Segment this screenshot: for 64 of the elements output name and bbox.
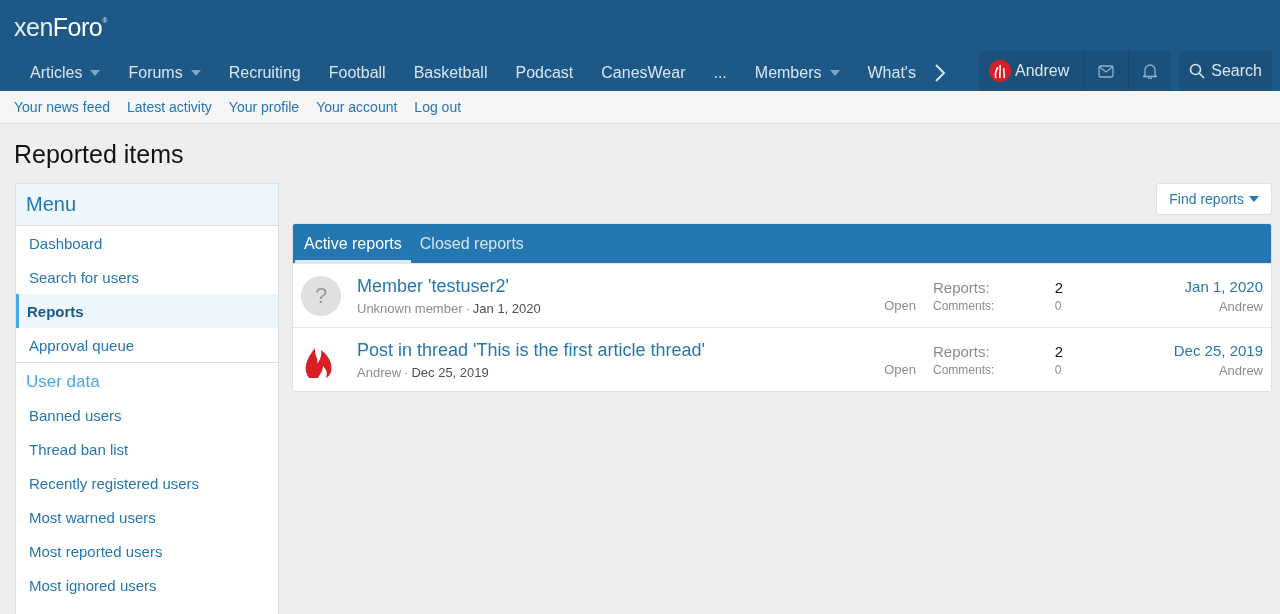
sidebar-item[interactable]: Most ignored users (16, 568, 278, 602)
chevron-right-icon[interactable] (933, 64, 946, 82)
nav-tab[interactable]: Articles (16, 55, 115, 91)
sidebar-item[interactable]: Thread ban list (16, 432, 278, 466)
sidebar-item[interactable]: Approval queue (16, 328, 278, 362)
tab[interactable]: Active reports (295, 224, 411, 263)
report-date: Dec 25, 2019 (411, 364, 489, 380)
caret-icon (829, 70, 840, 76)
report-status: Open (884, 362, 916, 377)
comments-count: 0 (1054, 362, 1063, 377)
tab[interactable]: Closed reports (410, 224, 533, 263)
caret-icon (190, 70, 201, 76)
sidebar-heading: Menu (16, 184, 278, 226)
nav-tab[interactable]: CanesWear (587, 55, 700, 91)
report-title-link[interactable]: Post in thread 'This is the first article thread' (357, 339, 885, 361)
nav-tab[interactable]: ... (699, 55, 741, 91)
nav-tab[interactable]: Members (740, 55, 854, 91)
comments-label: Comments: (933, 298, 996, 313)
nav-tab[interactable]: What's (853, 55, 930, 91)
separator-dot: · (404, 364, 409, 380)
subnav-link[interactable]: Your news feed (14, 99, 110, 115)
report-author: Andrew (357, 364, 402, 380)
sidebar-item[interactable]: Banned users (16, 398, 278, 432)
sidebar-item[interactable]: Search for users (16, 260, 278, 294)
subnav-link[interactable]: Your account (316, 99, 398, 115)
last-report-user: Andrew (1218, 298, 1263, 314)
sidebar-item[interactable]: Recently registered users (16, 466, 278, 500)
nav-tab[interactable]: Recruiting (214, 55, 315, 91)
sidebar-section-heading: User data (16, 362, 278, 398)
comments-label: Comments: (933, 362, 996, 377)
report-date: Jan 1, 2020 (472, 300, 541, 316)
reports-label: Reports: (933, 342, 991, 360)
bell-icon (1143, 63, 1158, 79)
page-title: Reported items (13, 139, 185, 170)
reports-count: 2 (1054, 342, 1063, 360)
avatar-icon (989, 60, 1012, 82)
last-report-date[interactable]: Jan 1, 2020 (1184, 277, 1263, 295)
subnav-link[interactable]: Log out (414, 99, 462, 115)
envelope-icon (1098, 64, 1115, 78)
sidebar-item[interactable]: Most warned users (16, 500, 278, 534)
reports-count: 2 (1054, 278, 1063, 296)
report-status: Open (884, 298, 916, 313)
report-title-link[interactable]: Member 'testuser2' (357, 275, 885, 297)
caret-icon (1249, 196, 1259, 202)
sidebar-item[interactable]: Reports (16, 294, 278, 328)
sidebar-item[interactable]: Most reported users (16, 534, 278, 568)
nav-tab[interactable]: Football (314, 55, 400, 91)
comments-count: 0 (1054, 298, 1063, 313)
sidebar-item[interactable]: Dashboard (16, 226, 278, 260)
nav-tab[interactable]: Forums (114, 55, 215, 91)
reports-label: Reports: (933, 278, 991, 296)
search-icon (1189, 63, 1206, 79)
subnav-link[interactable]: Latest activity (127, 99, 212, 115)
last-report-date[interactable]: Dec 25, 2019 (1173, 341, 1263, 359)
search-button[interactable]: Search (1179, 51, 1272, 91)
caret-icon (90, 70, 101, 76)
separator-dot: · (465, 300, 470, 316)
subnav-link[interactable]: Your profile (228, 99, 300, 115)
question-mark: ? (314, 282, 328, 309)
nav-tab[interactable]: Podcast (501, 55, 588, 91)
find-reports-button[interactable]: Find reports (1156, 183, 1272, 215)
nav-tab[interactable]: Basketball (399, 55, 502, 91)
last-report-user: Andrew (1218, 362, 1263, 378)
report-author: Unknown member (357, 300, 463, 316)
